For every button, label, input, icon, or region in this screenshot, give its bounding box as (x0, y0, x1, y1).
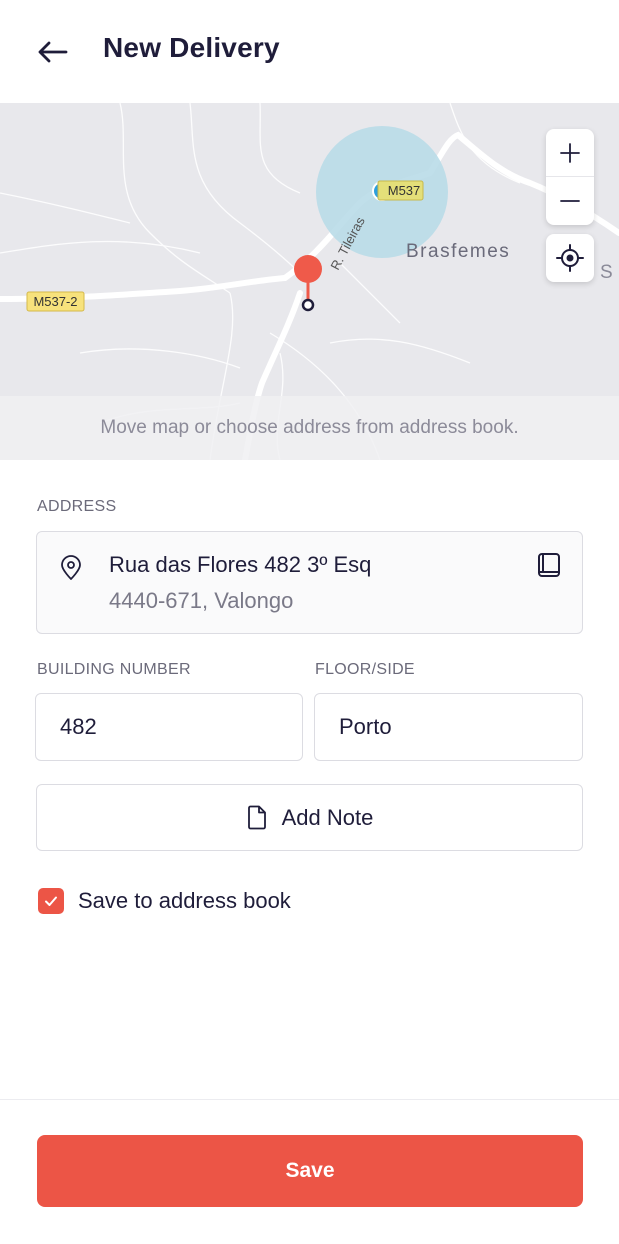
address-line-2: 4440-671, Valongo (109, 588, 294, 613)
plus-icon (560, 142, 580, 163)
address-section-label: ADDRESS (37, 498, 117, 515)
checkmark-icon (45, 896, 57, 906)
road-label-m537: M537 (388, 183, 421, 198)
address-line-1: Rua das Flores 482 3º Esq (109, 552, 372, 577)
map-view[interactable]: M537-2 M537 R. Tileiras Brasfemes S Move… (0, 103, 619, 460)
zoom-out-button[interactable] (546, 177, 594, 225)
save-to-address-book-checkbox[interactable]: Save to address book (38, 888, 291, 914)
floor-side-input[interactable] (315, 694, 582, 760)
add-note-label: Add Note (281, 804, 374, 830)
save-to-address-book-label: Save to address book (78, 888, 291, 913)
zoom-in-button[interactable] (546, 129, 594, 177)
address-card[interactable]: Rua das Flores 482 3º Esq 4440-671, Valo… (36, 531, 583, 634)
map-hint: Move map or choose address from address … (0, 396, 619, 460)
road-label-m537-2: M537-2 (33, 294, 77, 309)
save-button[interactable]: Save (37, 1135, 583, 1207)
back-button[interactable] (30, 30, 74, 74)
minus-icon (560, 200, 580, 202)
checkbox-checked[interactable] (38, 888, 64, 914)
building-number-field (35, 693, 303, 761)
building-number-label: BUILDING NUMBER (37, 661, 191, 678)
document-icon (247, 805, 266, 829)
footer-divider (0, 1099, 619, 1100)
my-location-button[interactable] (546, 234, 594, 282)
location-pin-icon (61, 555, 81, 580)
app-header: New Delivery (0, 0, 619, 103)
add-note-button[interactable]: Add Note (36, 784, 583, 851)
arrow-left-icon (38, 41, 68, 63)
address-book-icon[interactable] (534, 550, 564, 580)
floor-side-field (314, 693, 583, 761)
crosshair-icon (556, 244, 584, 272)
floor-side-label: FLOOR/SIDE (315, 661, 415, 678)
zoom-control (546, 129, 594, 225)
building-number-input[interactable] (36, 694, 302, 760)
place-label-partial: S (600, 262, 613, 283)
page-title: New Delivery (103, 32, 280, 63)
place-label: Brasfemes (406, 241, 510, 262)
